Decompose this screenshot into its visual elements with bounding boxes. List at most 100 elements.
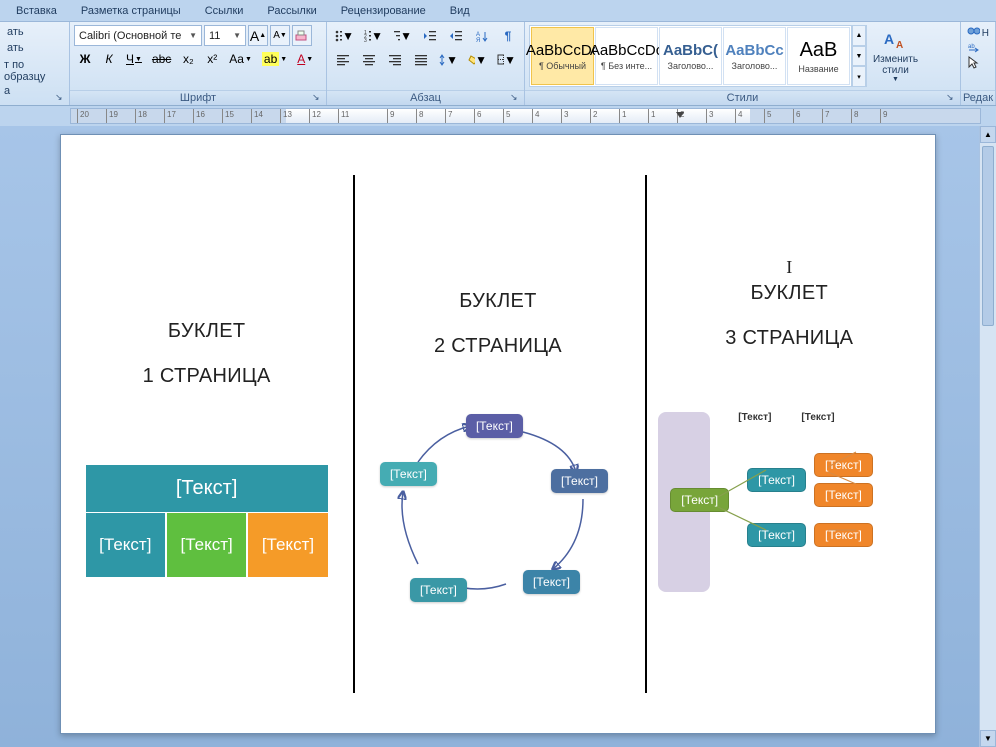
scroll-down-button[interactable]: ▼ (980, 730, 996, 747)
subscript-button[interactable]: x₂ (177, 48, 199, 70)
highlight-button[interactable]: ab▼ (258, 48, 291, 70)
show-marks-button[interactable]: ¶ (496, 25, 520, 47)
cut-button[interactable]: ать (4, 25, 27, 39)
style-tile[interactable]: AaBbC(Заголово... (659, 27, 722, 85)
cycle-node[interactable]: [Текст] (523, 570, 580, 594)
menu-mailings[interactable]: Рассылки (255, 2, 328, 20)
chevron-down-icon: ▼ (189, 31, 197, 40)
bullets-icon (335, 30, 342, 42)
bullets-button[interactable]: ▼ (331, 25, 358, 47)
style-sample: AaB (800, 39, 838, 62)
eraser-icon (294, 29, 310, 43)
numbering-icon: 123 (364, 30, 371, 42)
bold-button[interactable]: Ж (74, 48, 96, 70)
shrink-font-button[interactable]: A▼ (270, 25, 290, 46)
cycle-node[interactable]: [Текст] (380, 462, 437, 486)
vertical-scrollbar[interactable]: ▲ ▼ (979, 126, 996, 747)
sort-button[interactable]: AЯ (470, 25, 494, 47)
smartart-list[interactable]: [Текст] [Текст] [Текст] [Текст] [Текст] … (658, 412, 920, 592)
smartart-cycle[interactable]: [Текст] [Текст] [Текст] [Текст] [Текст] (388, 414, 608, 604)
menu-review[interactable]: Рецензирование (329, 2, 438, 20)
format-painter-button[interactable]: т по образцу (4, 59, 65, 83)
align-right-button[interactable] (383, 49, 407, 71)
font-launcher-icon[interactable]: ↘ (312, 92, 324, 104)
styles-launcher-icon[interactable]: ↘ (946, 92, 958, 104)
outdent-icon (423, 30, 437, 42)
spacing-icon (439, 54, 446, 66)
col1-heading: БУКЛЕТ (61, 320, 352, 343)
col2-subheading: 2 СТРАНИЦА (352, 335, 643, 358)
sa3-orange-box[interactable]: [Текст] (814, 453, 873, 477)
font-name-combo[interactable]: Calibri (Основной те ▼ (74, 25, 202, 46)
shading-button[interactable]: ▼ (464, 49, 491, 71)
justify-button[interactable] (409, 49, 433, 71)
menu-view[interactable]: Вид (438, 2, 482, 20)
gallery-down-button[interactable]: ▼ (852, 46, 866, 67)
italic-button[interactable]: К (98, 48, 120, 70)
borders-icon (497, 54, 504, 66)
decrease-indent-button[interactable] (418, 25, 442, 47)
align-left-icon (336, 54, 350, 66)
style-tile[interactable]: AaB Название (787, 27, 850, 85)
sa3-teal-box[interactable]: [Текст] (747, 523, 806, 547)
horizontal-ruler[interactable]: 20191817161514131211987654321123456789 (70, 108, 981, 124)
svg-text:3: 3 (364, 38, 367, 42)
styles-group-label: Стили (525, 90, 960, 105)
gallery-up-button[interactable]: ▲ (852, 25, 866, 46)
cycle-node[interactable]: [Текст] (466, 414, 523, 438)
sa3-orange-box[interactable]: [Текст] (814, 483, 873, 507)
style-name: Заголово... (725, 61, 785, 71)
gallery-more-button[interactable]: ▾ (852, 66, 866, 87)
font-size-combo[interactable]: 11 ▼ (204, 25, 246, 46)
change-case-button[interactable]: Aa▼ (225, 48, 256, 70)
sa1-top-cell[interactable]: [Текст] (85, 464, 329, 512)
multilevel-button[interactable]: ▼ (389, 25, 416, 47)
superscript-button[interactable]: x² (201, 48, 223, 70)
sa1-cell[interactable]: [Текст] (247, 512, 328, 578)
change-styles-button[interactable]: AA Изменить стили ▼ (866, 25, 924, 87)
menu-insert[interactable]: Вставка (4, 2, 69, 20)
style-tile[interactable]: AaBbCcЗаголово... (723, 27, 786, 85)
copy-button[interactable]: ать (4, 41, 27, 55)
sa3-orange-box[interactable]: [Текст] (814, 523, 873, 547)
increase-indent-button[interactable] (444, 25, 468, 47)
scroll-up-button[interactable]: ▲ (980, 126, 996, 143)
paragraph-launcher-icon[interactable]: ↘ (510, 92, 522, 104)
borders-button[interactable]: ▼ (493, 49, 520, 71)
cycle-node[interactable]: [Текст] (551, 469, 608, 493)
tab-stop-marker[interactable] (676, 112, 684, 118)
menu-references[interactable]: Ссылки (193, 2, 256, 20)
document-area[interactable]: БУКЛЕТ 1 СТРАНИЦА [Текст] [Текст] [Текст… (0, 126, 996, 747)
paragraph-group-label: Абзац (327, 90, 524, 105)
sa3-root-box[interactable]: [Текст] (670, 488, 729, 512)
replace-button[interactable]: ab (965, 41, 991, 55)
underline-button[interactable]: Ч▼ (122, 48, 146, 70)
clipboard-launcher-icon[interactable]: ↘ (55, 92, 67, 104)
sa3-teal-box[interactable]: [Текст] (747, 468, 806, 492)
numbering-button[interactable]: 123▼ (360, 25, 387, 47)
cycle-node[interactable]: [Текст] (410, 578, 467, 602)
clear-formatting-button[interactable] (292, 25, 312, 46)
change-styles-label: Изменить стили (869, 54, 922, 76)
menu-page-layout[interactable]: Разметка страницы (69, 2, 193, 20)
sa1-cell[interactable]: [Текст] (85, 512, 166, 578)
line-spacing-button[interactable]: ▼ (435, 49, 462, 71)
page[interactable]: БУКЛЕТ 1 СТРАНИЦА [Текст] [Текст] [Текст… (60, 134, 936, 734)
find-button[interactable]: Н (965, 25, 991, 41)
strike-button[interactable]: abc (148, 48, 175, 70)
scroll-thumb[interactable] (982, 146, 994, 326)
select-button[interactable] (965, 55, 991, 71)
grow-font-button[interactable]: A▲ (248, 25, 268, 46)
style-name: Название (789, 64, 849, 74)
align-left-button[interactable] (331, 49, 355, 71)
smartart-hierarchy[interactable]: [Текст] [Текст] [Текст] [Текст] (85, 464, 329, 578)
style-sample: AaBbCcDc (526, 42, 599, 59)
col1-subheading: 1 СТРАНИЦА (61, 365, 352, 388)
style-tile[interactable]: AaBbCcDc¶ Без инте... (595, 27, 658, 85)
style-tile[interactable]: AaBbCcDc¶ Обычный (531, 27, 594, 85)
sort-icon: AЯ (475, 30, 489, 42)
font-color-button[interactable]: A▼ (293, 48, 317, 70)
clipboard-extra: а (4, 85, 10, 97)
align-center-button[interactable] (357, 49, 381, 71)
sa1-cell[interactable]: [Текст] (166, 512, 247, 578)
